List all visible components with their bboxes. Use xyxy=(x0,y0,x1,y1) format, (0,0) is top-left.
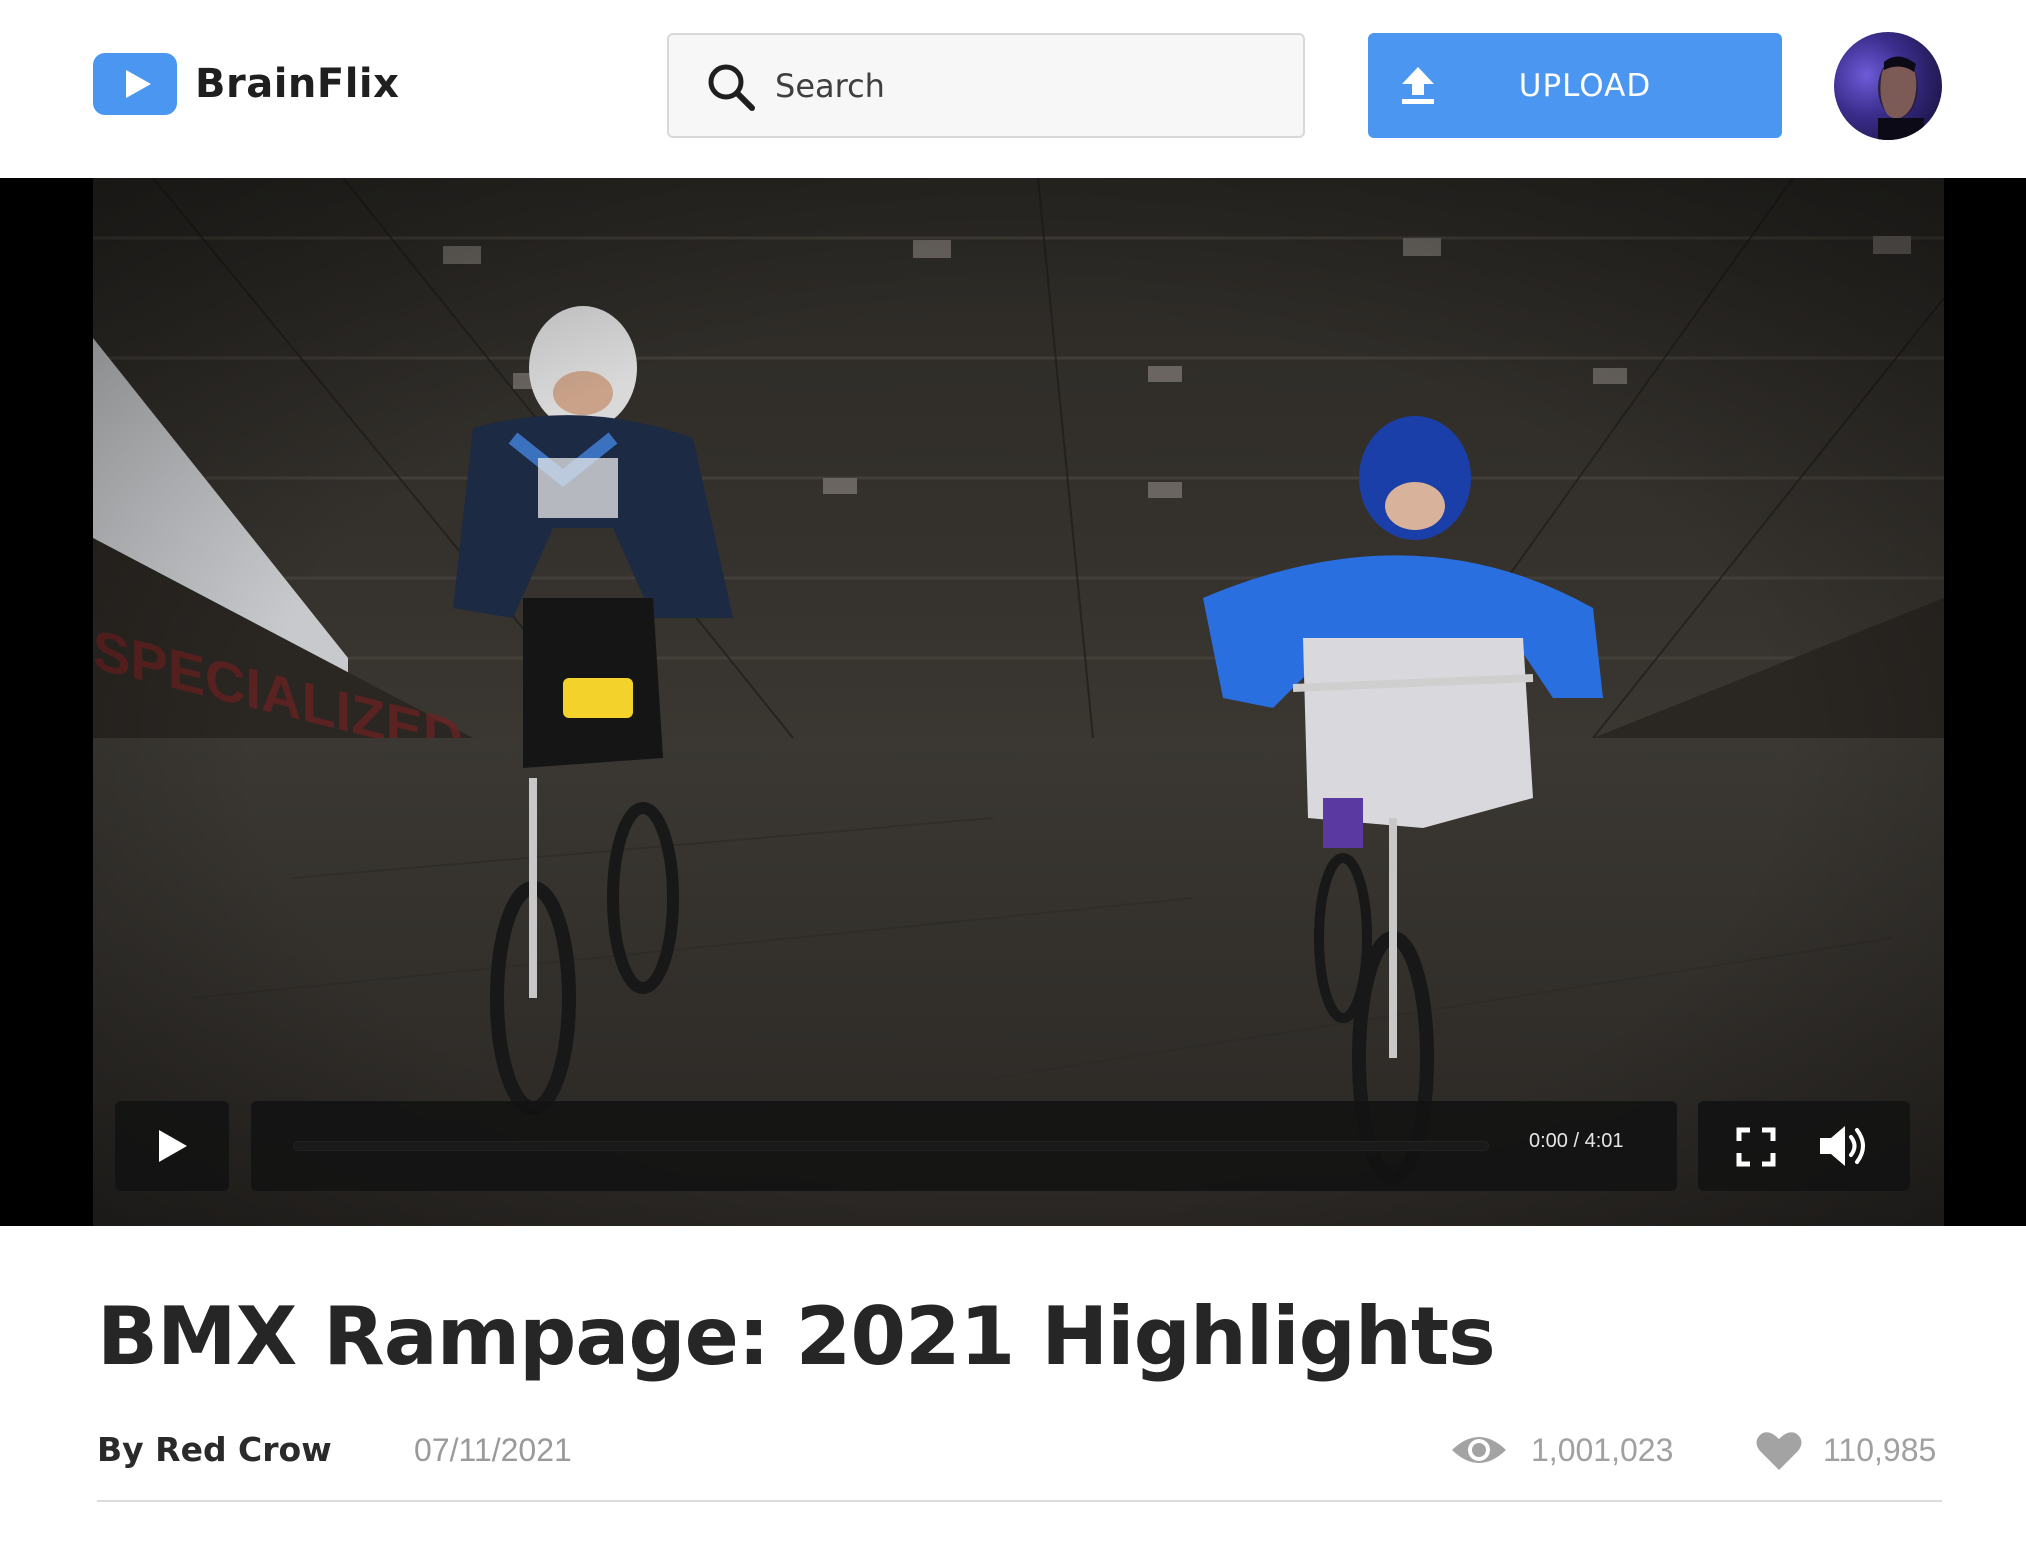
brand-name: BrainFlix xyxy=(195,61,400,107)
video-title: BMX Rampage: 2021 Highlights xyxy=(97,1290,1496,1383)
video-date: 07/11/2021 xyxy=(414,1432,572,1468)
play-icon xyxy=(159,1130,187,1162)
video-meta: By Red Crow 07/11/2021 1,001,023 110,985 xyxy=(97,1430,1942,1470)
likes-stat: 110,985 xyxy=(1755,1430,1936,1470)
player-settings xyxy=(1698,1101,1910,1191)
play-icon xyxy=(93,53,177,115)
progress-bar[interactable] xyxy=(293,1141,1489,1151)
video-frame: SPECIALIZED xyxy=(93,178,1944,1226)
progress-controls: 0:00 / 4:01 xyxy=(251,1101,1677,1191)
views-stat: 1,001,023 xyxy=(1449,1430,1673,1470)
fullscreen-icon[interactable] xyxy=(1736,1127,1776,1167)
volume-icon[interactable] xyxy=(1818,1123,1872,1169)
brand-logo[interactable]: BrainFlix xyxy=(93,53,399,115)
avatar[interactable] xyxy=(1834,32,1942,140)
search-icon xyxy=(708,64,755,111)
views-count: 1,001,023 xyxy=(1531,1431,1674,1468)
video-author[interactable]: By Red Crow xyxy=(97,1430,332,1469)
site-header: BrainFlix UPLOAD xyxy=(0,0,2026,178)
search-input[interactable] xyxy=(775,57,1275,115)
eye-icon xyxy=(1452,1437,1506,1463)
search-box[interactable] xyxy=(667,33,1305,138)
upload-button[interactable]: UPLOAD xyxy=(1368,33,1782,138)
upload-label: UPLOAD xyxy=(1518,67,1652,104)
heart-icon[interactable] xyxy=(1755,1429,1803,1471)
likes-count: 110,985 xyxy=(1823,1431,1937,1468)
play-button[interactable] xyxy=(115,1101,229,1191)
video-player[interactable]: SPECIALIZED xyxy=(0,178,2026,1226)
divider xyxy=(97,1500,1942,1502)
avatar-portrait xyxy=(1878,56,1924,140)
time-display: 0:00 / 4:01 xyxy=(1529,1130,1624,1152)
video-thumbnail: SPECIALIZED xyxy=(93,178,1944,1226)
